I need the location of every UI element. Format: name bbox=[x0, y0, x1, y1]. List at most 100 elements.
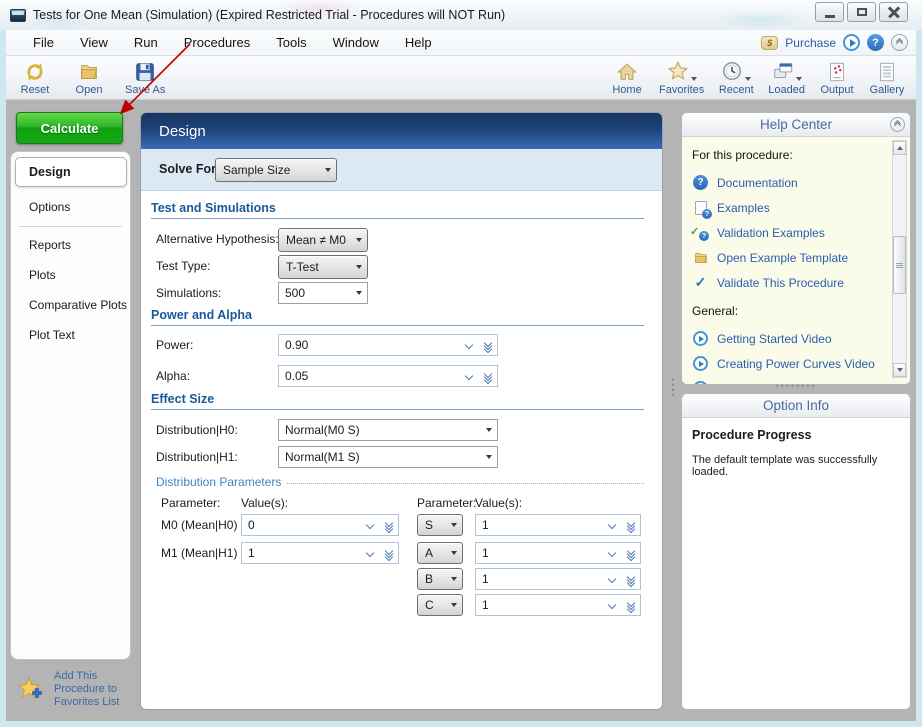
reset-icon bbox=[24, 60, 46, 84]
scrollbar-thumb[interactable] bbox=[893, 236, 906, 294]
intro-video-button[interactable] bbox=[843, 34, 860, 51]
vertical-splitter[interactable]: •••• bbox=[669, 378, 677, 398]
test-type-dropdown[interactable]: T-Test bbox=[278, 255, 368, 279]
loaded-dropdown-caret[interactable] bbox=[796, 77, 802, 81]
calculate-button[interactable]: Calculate bbox=[16, 112, 123, 144]
menu-run[interactable]: Run bbox=[121, 30, 171, 55]
sidebar-tab-options[interactable]: Options bbox=[11, 194, 130, 220]
save-as-button[interactable]: Save As bbox=[122, 58, 168, 97]
triangle-up-icon bbox=[897, 146, 903, 150]
help-link-open-example-template[interactable]: Open Example Template bbox=[692, 245, 890, 270]
alternative-hypothesis-label: Alternative Hypothesis: bbox=[156, 228, 279, 250]
menu-view[interactable]: View bbox=[67, 30, 121, 55]
sidebar-tab-plot-text[interactable]: Plot Text bbox=[11, 322, 130, 348]
menu-file[interactable]: File bbox=[20, 30, 67, 55]
option-info-body: Procedure Progress The default template … bbox=[682, 418, 910, 709]
multi-value-icon[interactable] bbox=[479, 370, 497, 383]
solve-for-dropdown[interactable]: Sample Size bbox=[215, 158, 337, 182]
horizontal-splitter[interactable]: •••••••• bbox=[771, 382, 821, 390]
menu-procedures[interactable]: Procedures bbox=[171, 30, 263, 55]
multi-value-icon[interactable] bbox=[479, 339, 497, 352]
help-link-power-curves-video[interactable]: Creating Power Curves Video bbox=[692, 351, 890, 376]
design-form: Test and Simulations Alternative Hypothe… bbox=[141, 191, 662, 710]
distribution-h1-dropdown[interactable]: Normal(M1 S) bbox=[278, 446, 498, 468]
gallery-button[interactable]: Gallery bbox=[866, 58, 908, 97]
alpha-input[interactable]: 0.05 bbox=[278, 365, 498, 387]
sidebar-tab-reports[interactable]: Reports bbox=[11, 232, 130, 258]
chevron-down-icon[interactable] bbox=[602, 550, 622, 556]
sidebar-tab-plots[interactable]: Plots bbox=[11, 262, 130, 288]
favorites-button[interactable]: Favorites bbox=[656, 58, 707, 97]
minimize-button[interactable] bbox=[815, 2, 844, 22]
chevron-down-icon[interactable] bbox=[459, 342, 479, 348]
distribution-h0-dropdown[interactable]: Normal(M0 S) bbox=[278, 419, 498, 441]
help-link-documentation[interactable]: ? Documentation bbox=[692, 170, 890, 195]
test-type-label: Test Type: bbox=[156, 255, 210, 277]
scroll-down-button[interactable] bbox=[893, 363, 906, 377]
purchase-coin-icon: $ bbox=[761, 36, 778, 50]
home-button[interactable]: Home bbox=[606, 58, 648, 97]
param-b-dropdown[interactable]: B bbox=[417, 568, 463, 590]
add-to-favorites[interactable]: Add This Procedure to Favorites List bbox=[18, 670, 119, 709]
help-button[interactable]: ? bbox=[867, 34, 884, 51]
scroll-up-button[interactable] bbox=[893, 141, 906, 155]
help-center-scrollbar[interactable] bbox=[892, 140, 907, 378]
toolbar: Reset Open Save As bbox=[6, 56, 916, 100]
multi-value-icon[interactable] bbox=[622, 599, 640, 612]
star-plus-icon bbox=[18, 677, 46, 703]
distribution-h0-label: Distribution|H0: bbox=[156, 419, 238, 441]
power-input[interactable]: 0.90 bbox=[278, 334, 498, 356]
m1-value-input[interactable]: 1 bbox=[241, 542, 399, 564]
sidebar-tab-comparative-plots[interactable]: Comparative Plots bbox=[11, 292, 130, 318]
help-link-examples[interactable]: ? Examples bbox=[692, 195, 890, 220]
param-c-value-input[interactable]: 1 bbox=[475, 594, 641, 616]
multi-value-icon[interactable] bbox=[622, 573, 640, 586]
help-center-collapse-button[interactable] bbox=[890, 117, 905, 132]
param-b-value-input[interactable]: 1 bbox=[475, 568, 641, 590]
multi-value-icon[interactable] bbox=[622, 547, 640, 560]
close-button[interactable] bbox=[879, 2, 908, 22]
param-c-dropdown[interactable]: C bbox=[417, 594, 463, 616]
chevron-down-icon[interactable] bbox=[602, 602, 622, 608]
multi-value-icon[interactable] bbox=[380, 519, 398, 532]
output-button[interactable]: Output bbox=[816, 58, 858, 97]
menu-tools[interactable]: Tools bbox=[263, 30, 319, 55]
chevron-down-icon[interactable] bbox=[360, 550, 380, 556]
help-center-body: For this procedure: ? Documentation ? Ex… bbox=[682, 137, 910, 384]
open-button[interactable]: Open bbox=[68, 58, 110, 97]
dropdown-arrow-icon bbox=[486, 455, 492, 459]
recent-dropdown-caret[interactable] bbox=[745, 77, 751, 81]
collapse-ribbon-button[interactable] bbox=[891, 34, 908, 51]
help-link-validate-procedure[interactable]: ✓ Validate This Procedure bbox=[692, 270, 890, 295]
reset-button[interactable]: Reset bbox=[14, 58, 56, 97]
param-a-dropdown[interactable]: A bbox=[417, 542, 463, 564]
chevron-down-icon[interactable] bbox=[459, 373, 479, 379]
alternative-hypothesis-dropdown[interactable]: Mean ≠ M0 bbox=[278, 228, 368, 252]
param-s-value-input[interactable]: 1 bbox=[475, 514, 641, 536]
m0-value-input[interactable]: 0 bbox=[241, 514, 399, 536]
menu-bar: File View Run Procedures Tools Window He… bbox=[6, 30, 916, 56]
simulations-dropdown[interactable]: 500 bbox=[278, 282, 368, 304]
favorites-dropdown-caret[interactable] bbox=[691, 77, 697, 81]
help-link-getting-started-video[interactable]: Getting Started Video bbox=[692, 326, 890, 351]
help-link-validation-examples[interactable]: ✓? Validation Examples bbox=[692, 220, 890, 245]
menu-help[interactable]: Help bbox=[392, 30, 445, 55]
purchase-link[interactable]: Purchase bbox=[785, 36, 836, 50]
sidebar-tab-design[interactable]: Design bbox=[15, 157, 127, 187]
param-a-value-input[interactable]: 1 bbox=[475, 542, 641, 564]
chevron-down-icon[interactable] bbox=[602, 576, 622, 582]
m1-label: M1 (Mean|H1) bbox=[161, 542, 237, 564]
multi-value-icon[interactable] bbox=[380, 547, 398, 560]
home-icon bbox=[616, 60, 638, 84]
recent-button[interactable]: Recent bbox=[715, 58, 757, 97]
title-bar[interactable]: Tests for One Mean (Simulation) (Expired… bbox=[0, 0, 922, 30]
param-s-dropdown[interactable]: S bbox=[417, 514, 463, 536]
chevron-down-icon[interactable] bbox=[602, 522, 622, 528]
example-doc-icon: ? bbox=[692, 199, 709, 216]
menu-window[interactable]: Window bbox=[320, 30, 392, 55]
loaded-button[interactable]: Loaded bbox=[765, 58, 808, 97]
multi-value-icon[interactable] bbox=[622, 519, 640, 532]
maximize-button[interactable] bbox=[847, 2, 876, 22]
close-icon bbox=[888, 6, 900, 18]
chevron-down-icon[interactable] bbox=[360, 522, 380, 528]
